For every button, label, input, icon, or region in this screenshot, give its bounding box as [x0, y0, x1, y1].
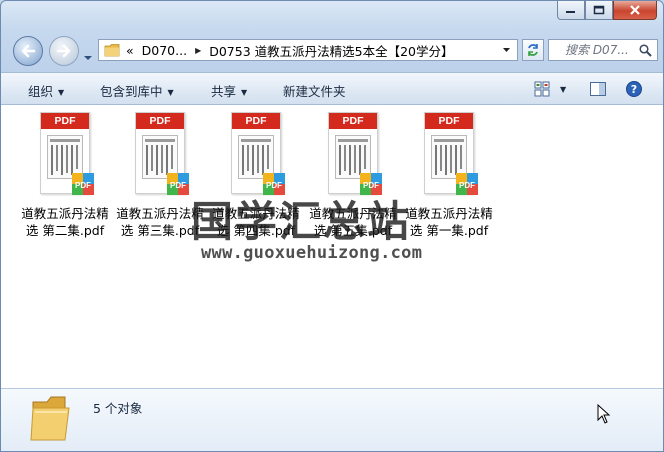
- pdf-label: PDF: [329, 113, 377, 129]
- close-icon: [630, 5, 640, 15]
- chevron-down-icon: [84, 56, 92, 60]
- details-pane: 5 个对象: [1, 388, 663, 451]
- arrow-left-icon: [21, 44, 36, 58]
- explorer-window: « D070... ▶ D0753 道教五派丹法精选5本全【20学分】 搜索 D…: [0, 0, 664, 452]
- svg-text:?: ?: [631, 83, 637, 96]
- breadcrumb-overflow[interactable]: «: [126, 43, 134, 58]
- new-folder-label: 新建文件夹: [283, 84, 346, 99]
- pdf-app-icon: PDF: [167, 173, 189, 195]
- pdf-label: PDF: [232, 113, 280, 129]
- breadcrumb-separator-icon[interactable]: ▶: [195, 46, 201, 55]
- help-button[interactable]: ?: [626, 78, 642, 100]
- chevron-down-icon: ▼: [58, 88, 65, 97]
- new-folder-button[interactable]: 新建文件夹: [283, 81, 346, 100]
- breadcrumb-item[interactable]: D070...: [142, 43, 187, 58]
- pdf-label: PDF: [41, 113, 89, 129]
- pdf-label: PDF: [425, 113, 473, 129]
- organize-label: 组织: [28, 84, 54, 99]
- navigation-bar: « D070... ▶ D0753 道教五派丹法精选5本全【20学分】: [1, 35, 663, 66]
- breadcrumb-item-current[interactable]: D0753 道教五派丹法精选5本全【20学分】: [209, 41, 453, 60]
- svg-text:PDF: PDF: [459, 181, 475, 190]
- include-library-label: 包含到库中: [100, 84, 163, 99]
- svg-text:PDF: PDF: [170, 181, 186, 190]
- help-icon: ?: [626, 81, 642, 97]
- recent-pages-dropdown[interactable]: [83, 46, 93, 65]
- pdf-app-icon: PDF: [456, 173, 478, 195]
- pdf-label: PDF: [136, 113, 184, 129]
- close-button[interactable]: [613, 1, 657, 20]
- address-bar[interactable]: « D070... ▶ D0753 道教五派丹法精选5本全【20学分】: [98, 39, 518, 61]
- forward-button[interactable]: [49, 36, 79, 66]
- refresh-icon: [528, 44, 538, 56]
- search-box[interactable]: [548, 39, 658, 61]
- chevron-down-icon[interactable]: [502, 47, 511, 53]
- include-in-library-menu[interactable]: 包含到库中 ▼: [100, 81, 174, 100]
- maximize-icon: [593, 5, 605, 15]
- share-label: 共享: [211, 84, 237, 99]
- pdf-app-icon: PDF: [72, 173, 94, 195]
- window-caption-buttons: [557, 1, 657, 20]
- folder-icon: [30, 396, 70, 441]
- preview-pane-icon: [590, 82, 606, 96]
- preview-pane-button[interactable]: [590, 78, 606, 100]
- file-name: 道教五派丹法精选 第一集.pdf: [405, 206, 493, 238]
- pdf-thumbnail: PDF PDF: [328, 112, 382, 195]
- mouse-cursor-icon: [597, 404, 611, 424]
- view-grid-icon: [534, 81, 550, 97]
- file-item[interactable]: PDF PDF 道教五派丹法精选 第二集.pdf: [17, 112, 113, 239]
- chevron-down-icon: ▼: [241, 88, 248, 97]
- maximize-button[interactable]: [585, 1, 613, 20]
- pdf-thumbnail: PDF PDF: [231, 112, 285, 195]
- file-name: 道教五派丹法精选 第二集.pdf: [21, 206, 109, 238]
- pdf-thumbnail: PDF PDF: [424, 112, 478, 195]
- back-button[interactable]: [13, 36, 43, 66]
- chevron-down-icon: ▼: [560, 84, 567, 94]
- pdf-thumbnail: PDF PDF: [40, 112, 94, 195]
- search-icon[interactable]: [639, 44, 652, 57]
- watermark-title: 国学汇总站: [191, 197, 412, 246]
- minimize-button[interactable]: [557, 1, 585, 20]
- pdf-thumbnail: PDF PDF: [135, 112, 189, 195]
- command-bar: 组织 ▼ 包含到库中 ▼ 共享 ▼ 新建文件夹 ▼ ?: [1, 72, 663, 105]
- svg-text:PDF: PDF: [75, 181, 91, 190]
- organize-menu[interactable]: 组织 ▼: [28, 81, 64, 100]
- folder-icon: [104, 44, 120, 57]
- search-input[interactable]: [563, 42, 647, 58]
- chevron-down-icon: ▼: [167, 88, 174, 97]
- watermark-url: www.guoxuehuizong.com: [201, 243, 423, 263]
- minimize-icon: [566, 11, 575, 13]
- share-menu[interactable]: 共享 ▼: [211, 81, 247, 100]
- item-count: 5 个对象: [93, 401, 143, 416]
- refresh-button[interactable]: [522, 39, 544, 61]
- view-options-button[interactable]: ▼: [534, 78, 566, 100]
- arrow-right-icon: [56, 44, 71, 58]
- file-item[interactable]: PDF PDF 道教五派丹法精选 第一集.pdf: [401, 112, 497, 239]
